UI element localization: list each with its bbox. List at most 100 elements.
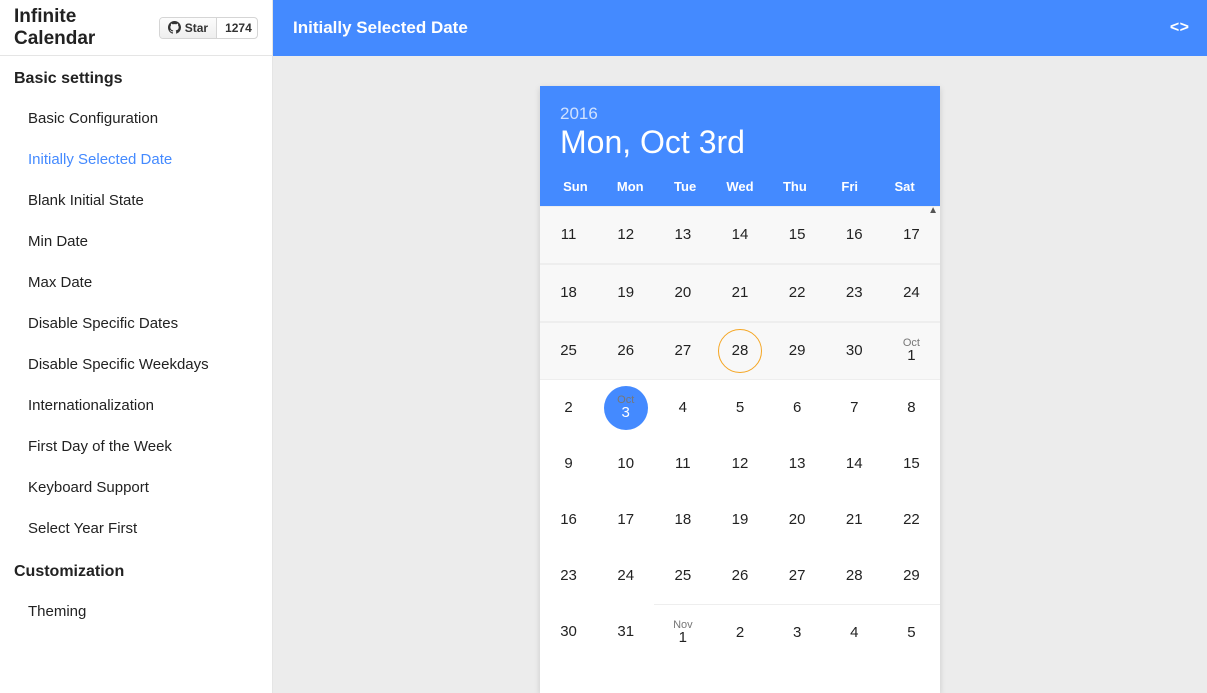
day-cell[interactable]: 5 xyxy=(883,604,940,660)
day-cell[interactable]: 26 xyxy=(711,548,768,604)
day-number: 27 xyxy=(675,342,692,360)
day-cell[interactable]: 29 xyxy=(769,323,826,379)
day-cell[interactable]: 25 xyxy=(540,323,597,379)
day-cell[interactable]: 29 xyxy=(883,548,940,604)
day-cell[interactable]: 14 xyxy=(826,436,883,492)
day-cell[interactable]: 22 xyxy=(769,265,826,321)
day-cell[interactable]: 18 xyxy=(540,265,597,321)
day-cell[interactable]: 4 xyxy=(654,380,711,436)
day-cell[interactable]: 20 xyxy=(654,265,711,321)
day-number: 24 xyxy=(903,284,920,302)
day-number: 27 xyxy=(789,567,806,585)
sidebar-item-max-date[interactable]: Max Date xyxy=(0,262,272,303)
calendar-year[interactable]: 2016 xyxy=(560,104,920,124)
day-cell[interactable]: 28 xyxy=(826,548,883,604)
day-cell[interactable]: 12 xyxy=(711,436,768,492)
calendar-weekdays: SunMonTueWedThuFriSat xyxy=(540,173,940,206)
day-cell[interactable]: 3 xyxy=(769,604,826,660)
day-cell[interactable]: 11 xyxy=(654,436,711,492)
day-cell[interactable]: 10 xyxy=(597,436,654,492)
day-cell[interactable]: 20 xyxy=(769,492,826,548)
day-cell[interactable]: 15 xyxy=(883,436,940,492)
day-cell[interactable]: 24 xyxy=(883,265,940,321)
sidebar-item-disable-specific-weekdays[interactable]: Disable Specific Weekdays xyxy=(0,344,272,385)
day-cell[interactable]: 24 xyxy=(597,548,654,604)
day-cell[interactable]: 15 xyxy=(769,207,826,263)
sidebar-item-disable-specific-dates[interactable]: Disable Specific Dates xyxy=(0,303,272,344)
day-number: 12 xyxy=(617,226,634,244)
day-number: 28 xyxy=(846,567,863,585)
calendar-selected-date[interactable]: Mon, Oct 3rd xyxy=(560,124,920,161)
day-number: 16 xyxy=(846,226,863,244)
sidebar-item-keyboard-support[interactable]: Keyboard Support xyxy=(0,467,272,508)
day-cell[interactable]: 13 xyxy=(654,207,711,263)
sidebar-item-initially-selected-date[interactable]: Initially Selected Date xyxy=(0,139,272,180)
sidebar-item-internationalization[interactable]: Internationalization xyxy=(0,385,272,426)
day-cell[interactable]: 8 xyxy=(883,380,940,436)
sidebar-item-blank-initial-state[interactable]: Blank Initial State xyxy=(0,180,272,221)
day-cell[interactable]: 19 xyxy=(597,265,654,321)
scroll-up-icon[interactable]: ▲ xyxy=(928,206,938,216)
day-cell[interactable]: 23 xyxy=(826,265,883,321)
day-cell[interactable]: 17 xyxy=(597,492,654,548)
day-cell[interactable]: 6 xyxy=(769,380,826,436)
day-cell[interactable]: 21 xyxy=(826,492,883,548)
day-cell[interactable]: 21 xyxy=(711,265,768,321)
day-number: 3 xyxy=(793,624,801,642)
app-title: Infinite Calendar xyxy=(14,6,159,50)
day-cell[interactable]: 13 xyxy=(769,436,826,492)
code-toggle-button[interactable]: < > xyxy=(1170,19,1187,37)
day-number: 13 xyxy=(675,226,692,244)
day-cell[interactable]: 11 xyxy=(540,207,597,263)
github-star-label: Star xyxy=(185,21,208,35)
calendar-grid[interactable]: 1112131415161718192021222324252627282930… xyxy=(540,206,940,660)
day-cell[interactable]: 14 xyxy=(711,207,768,263)
day-number: 13 xyxy=(789,455,806,473)
day-cell[interactable]: Oct3 xyxy=(597,380,654,436)
sidebar-item-select-year-first[interactable]: Select Year First xyxy=(0,508,272,549)
day-number: 25 xyxy=(675,567,692,585)
day-cell[interactable]: 30 xyxy=(540,604,597,660)
day-cell[interactable]: 9 xyxy=(540,436,597,492)
day-cell[interactable]: 18 xyxy=(654,492,711,548)
day-number: 7 xyxy=(850,399,858,417)
day-cell[interactable]: 4 xyxy=(826,604,883,660)
sidebar-item-min-date[interactable]: Min Date xyxy=(0,221,272,262)
day-cell[interactable]: 22 xyxy=(883,492,940,548)
day-cell[interactable]: 23 xyxy=(540,548,597,604)
main: Initially Selected Date < > 2016 Mon, Oc… xyxy=(273,0,1207,693)
sidebar-item-theming[interactable]: Theming xyxy=(0,591,272,632)
day-number: 30 xyxy=(560,623,577,641)
page-title: Initially Selected Date xyxy=(293,18,468,38)
day-cell[interactable]: 5 xyxy=(711,380,768,436)
day-cell[interactable]: Oct1 xyxy=(883,323,940,379)
sidebar-item-basic-configuration[interactable]: Basic Configuration xyxy=(0,98,272,139)
sidebar-item-first-day-of-the-week[interactable]: First Day of the Week xyxy=(0,426,272,467)
day-cell[interactable]: 25 xyxy=(654,548,711,604)
github-star-count: 1274 xyxy=(217,18,258,38)
day-cell[interactable]: 19 xyxy=(711,492,768,548)
day-cell[interactable]: 26 xyxy=(597,323,654,379)
day-cell[interactable]: 12 xyxy=(597,207,654,263)
day-cell[interactable]: 31 xyxy=(597,604,654,660)
day-cell[interactable]: 2 xyxy=(711,604,768,660)
day-number: 21 xyxy=(732,284,749,302)
day-cell[interactable]: 16 xyxy=(540,492,597,548)
day-cell[interactable]: 7 xyxy=(826,380,883,436)
github-star-button[interactable]: Star 1274 xyxy=(159,17,258,39)
day-cell[interactable]: 27 xyxy=(654,323,711,379)
day-cell[interactable]: 28 xyxy=(711,323,768,379)
day-number: 24 xyxy=(617,567,634,585)
day-cell[interactable]: 2 xyxy=(540,380,597,436)
stage[interactable]: 2016 Mon, Oct 3rd SunMonTueWedThuFriSat … xyxy=(273,56,1207,693)
day-cell[interactable]: 27 xyxy=(769,548,826,604)
calendar-row: 11121314151617 xyxy=(540,206,940,264)
day-number: 4 xyxy=(679,399,687,417)
day-cell[interactable]: 30 xyxy=(826,323,883,379)
sidebar-nav[interactable]: Basic settingsBasic ConfigurationInitial… xyxy=(0,56,272,693)
calendar-row: 2526 27 28 2930Oct1 xyxy=(540,322,940,380)
day-cell[interactable]: Nov1 xyxy=(654,604,711,660)
day-number: 28 xyxy=(732,342,749,360)
day-number: 2 xyxy=(564,399,572,417)
day-cell[interactable]: 16 xyxy=(826,207,883,263)
